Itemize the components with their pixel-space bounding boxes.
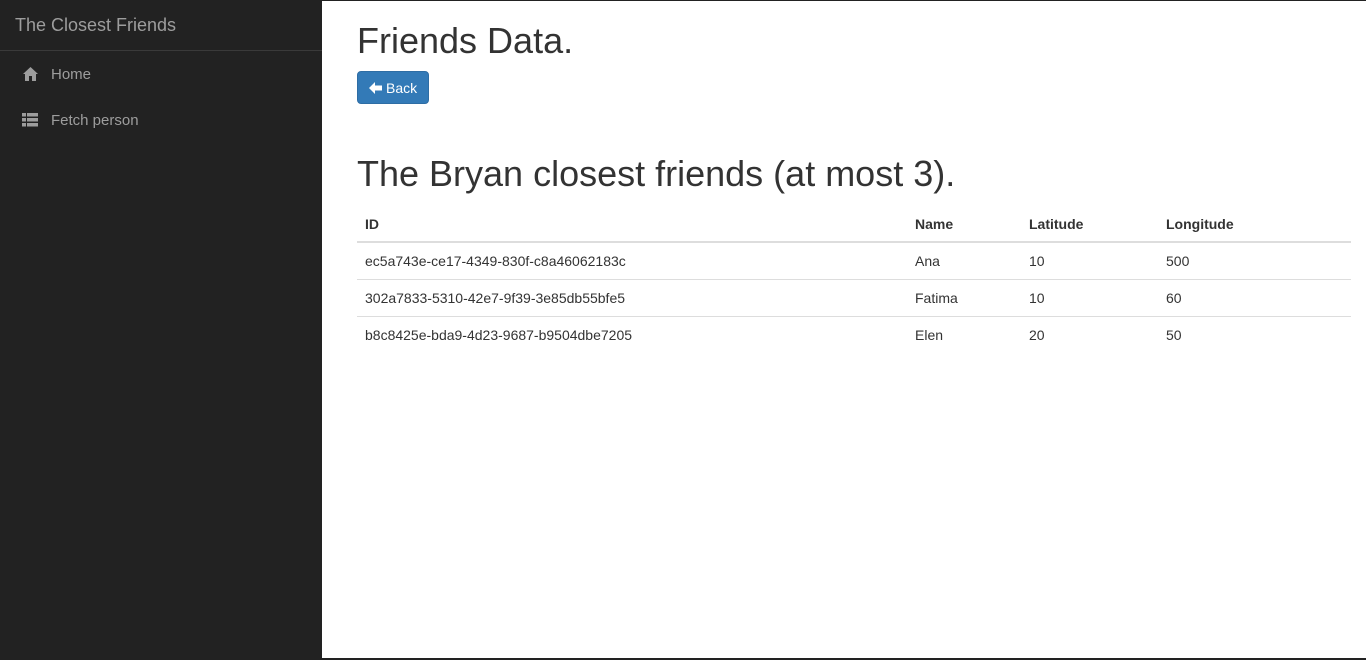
cell-longitude: 500 [1158,242,1351,280]
sidebar-item-home[interactable]: Home [0,51,322,97]
table-row: b8c8425e-bda9-4d23-9687-b9504dbe7205 Ele… [357,316,1351,353]
cell-latitude: 20 [1029,326,1045,343]
section-title: The Bryan closest friends (at most 3). [357,153,956,194]
main-content: Friends Data. Back The Bryan closest fri… [357,1,1351,353]
brand-title[interactable]: The Closest Friends [0,1,322,51]
page-title: Friends Data. [357,20,574,61]
sidebar: The Closest Friends Home Fetch person [0,1,322,658]
column-header-id: ID [357,206,907,243]
cell-name: Elen [915,326,944,343]
table-row: ec5a743e-ce17-4349-830f-c8a46062183c Ana… [357,242,1351,280]
arrow-left-icon [369,81,382,94]
column-header-longitude: Longitude [1158,206,1351,243]
back-button[interactable]: Back [357,71,430,104]
back-button-label: Back [386,79,418,96]
friends-table: ID Name Latitude Longitude ec5a743e-ce17… [357,206,1351,353]
list-icon [21,111,39,129]
sidebar-item-label: Fetch person [51,111,139,129]
table-row: 302a7833-5310-42e7-9f39-3e85db55bfe5 Fat… [357,279,1351,317]
sidebar-item-label: Home [51,65,92,83]
cell-latitude: 10 [1021,242,1158,280]
cell-longitude: 60 [1158,279,1351,317]
cell-name: Fatima [907,279,1021,317]
home-icon [21,65,39,83]
cell-id: ec5a743e-ce17-4349-830f-c8a46062183c [357,242,907,280]
table-header-row: ID Name Latitude Longitude [357,206,1351,243]
column-header-name: Name [907,206,1021,243]
column-header-latitude: Latitude [1021,206,1158,243]
cell-name: Ana [907,242,1021,280]
sidebar-item-fetch-person[interactable]: Fetch person [0,97,322,143]
app-window: The Closest Friends Home Fetch person Fr… [0,0,1366,660]
cell-longitude: 50 [1166,326,1182,343]
cell-id: 302a7833-5310-42e7-9f39-3e85db55bfe5 [357,279,907,317]
cell-latitude: 10 [1021,279,1158,317]
cell-id: b8c8425e-bda9-4d23-9687-b9504dbe7205 [365,326,633,343]
